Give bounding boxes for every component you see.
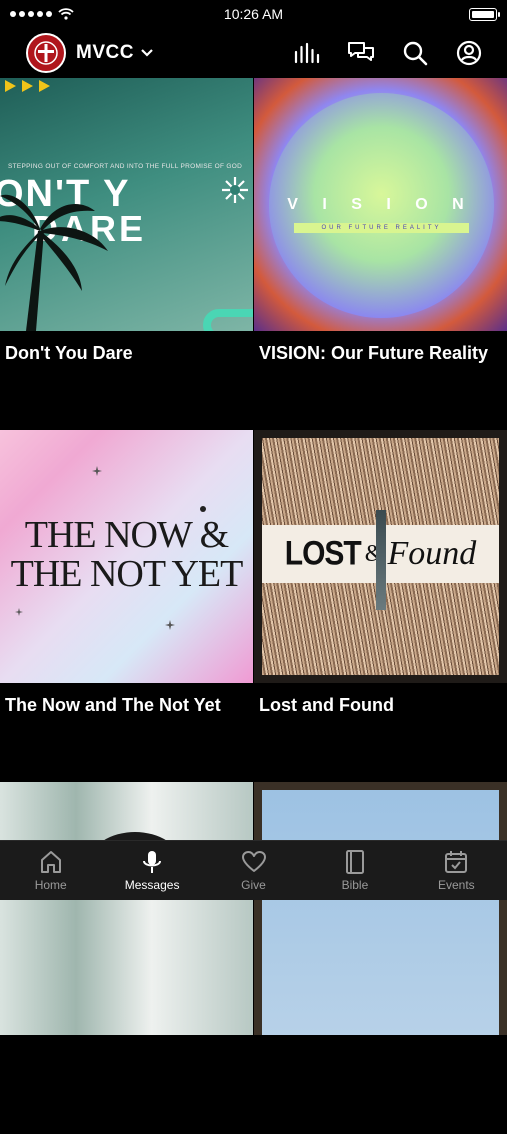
calendar-icon [443, 849, 469, 875]
sparkle-icon [165, 620, 175, 630]
message-card[interactable]: V I S I O N OUR FUTURE REALITY VISION: O… [254, 78, 507, 430]
status-time: 10:26 AM [224, 6, 283, 22]
message-artwork: STEPPING OUT OF COMFORT AND INTO THE FUL… [0, 78, 253, 331]
tab-bible[interactable]: Bible [304, 841, 405, 900]
message-card[interactable]: LOST & Found Lost and Found [254, 430, 507, 782]
tab-label: Events [438, 878, 475, 892]
chat-button[interactable] [345, 37, 377, 69]
palm-tree-graphic [0, 191, 110, 331]
messages-grid: STEPPING OUT OF COMFORT AND INTO THE FUL… [0, 78, 507, 1134]
figure-silhouette [376, 510, 386, 610]
message-artwork: THE NOW & THE NOT YET [0, 430, 253, 683]
message-card[interactable]: THE NOW & THE NOT YET The Now and The No… [0, 430, 253, 782]
artwork-line-2: THE NOT YET [0, 552, 253, 596]
message-artwork: V I S I O N OUR FUTURE REALITY [254, 78, 507, 331]
church-name[interactable]: MVCC [76, 42, 134, 64]
audio-bars-icon [293, 42, 321, 64]
message-card[interactable]: STEPPING OUT OF COMFORT AND INTO THE FUL… [0, 78, 253, 430]
message-title: Lost and Found [254, 683, 507, 717]
play-arrows-icon [5, 80, 55, 94]
vision-wordmark: V I S I O N [254, 196, 507, 214]
book-icon [342, 849, 368, 875]
message-artwork [0, 782, 253, 1035]
bottom-tab-bar: Home Messages Give Bible Events [0, 840, 507, 900]
lost-text: LOST [285, 534, 361, 573]
status-bar: 10:26 AM [0, 0, 507, 28]
dark-dot [200, 506, 206, 512]
battery-icon [469, 8, 497, 21]
tab-give[interactable]: Give [203, 841, 304, 900]
tab-label: Messages [125, 878, 180, 892]
audio-bars-button[interactable] [291, 37, 323, 69]
message-title: Don't You Dare [0, 331, 253, 365]
profile-button[interactable] [453, 37, 485, 69]
chat-icon [347, 41, 375, 65]
artwork-tagline: STEPPING OUT OF COMFORT AND INTO THE FUL… [8, 163, 248, 170]
signal-group [10, 8, 74, 20]
message-card[interactable] [254, 782, 507, 1134]
teal-shape [203, 309, 253, 331]
microphone-icon [139, 849, 165, 875]
logo-cross-icon [33, 40, 59, 66]
found-text: Found [387, 535, 476, 573]
sky-area [262, 790, 499, 1035]
home-icon [38, 849, 64, 875]
tab-home[interactable]: Home [0, 841, 101, 900]
tab-label: Home [35, 878, 67, 892]
search-button[interactable] [399, 37, 431, 69]
sparkle-icon [15, 608, 23, 616]
sparkle-icon [92, 466, 102, 476]
message-artwork [254, 782, 507, 1035]
message-title: VISION: Our Future Reality [254, 331, 507, 365]
tab-messages[interactable]: Messages [101, 841, 202, 900]
tab-label: Give [241, 878, 266, 892]
tab-events[interactable]: Events [406, 841, 507, 900]
sparkle-icon [220, 175, 250, 205]
heart-icon [241, 849, 267, 875]
tab-label: Bible [342, 878, 369, 892]
app-header: MVCC [0, 28, 507, 78]
message-card[interactable] [0, 782, 253, 1134]
message-title: The Now and The Not Yet [0, 683, 253, 717]
vision-subtitle: OUR FUTURE REALITY [294, 223, 469, 233]
message-artwork: LOST & Found [254, 430, 507, 683]
search-icon [402, 40, 428, 66]
artwork-line-1: THE NOW & [0, 513, 253, 557]
wifi-icon [58, 8, 74, 20]
church-logo[interactable] [26, 33, 66, 73]
signal-dots-icon [10, 11, 52, 17]
profile-icon [456, 40, 482, 66]
chevron-down-icon[interactable] [140, 48, 154, 58]
